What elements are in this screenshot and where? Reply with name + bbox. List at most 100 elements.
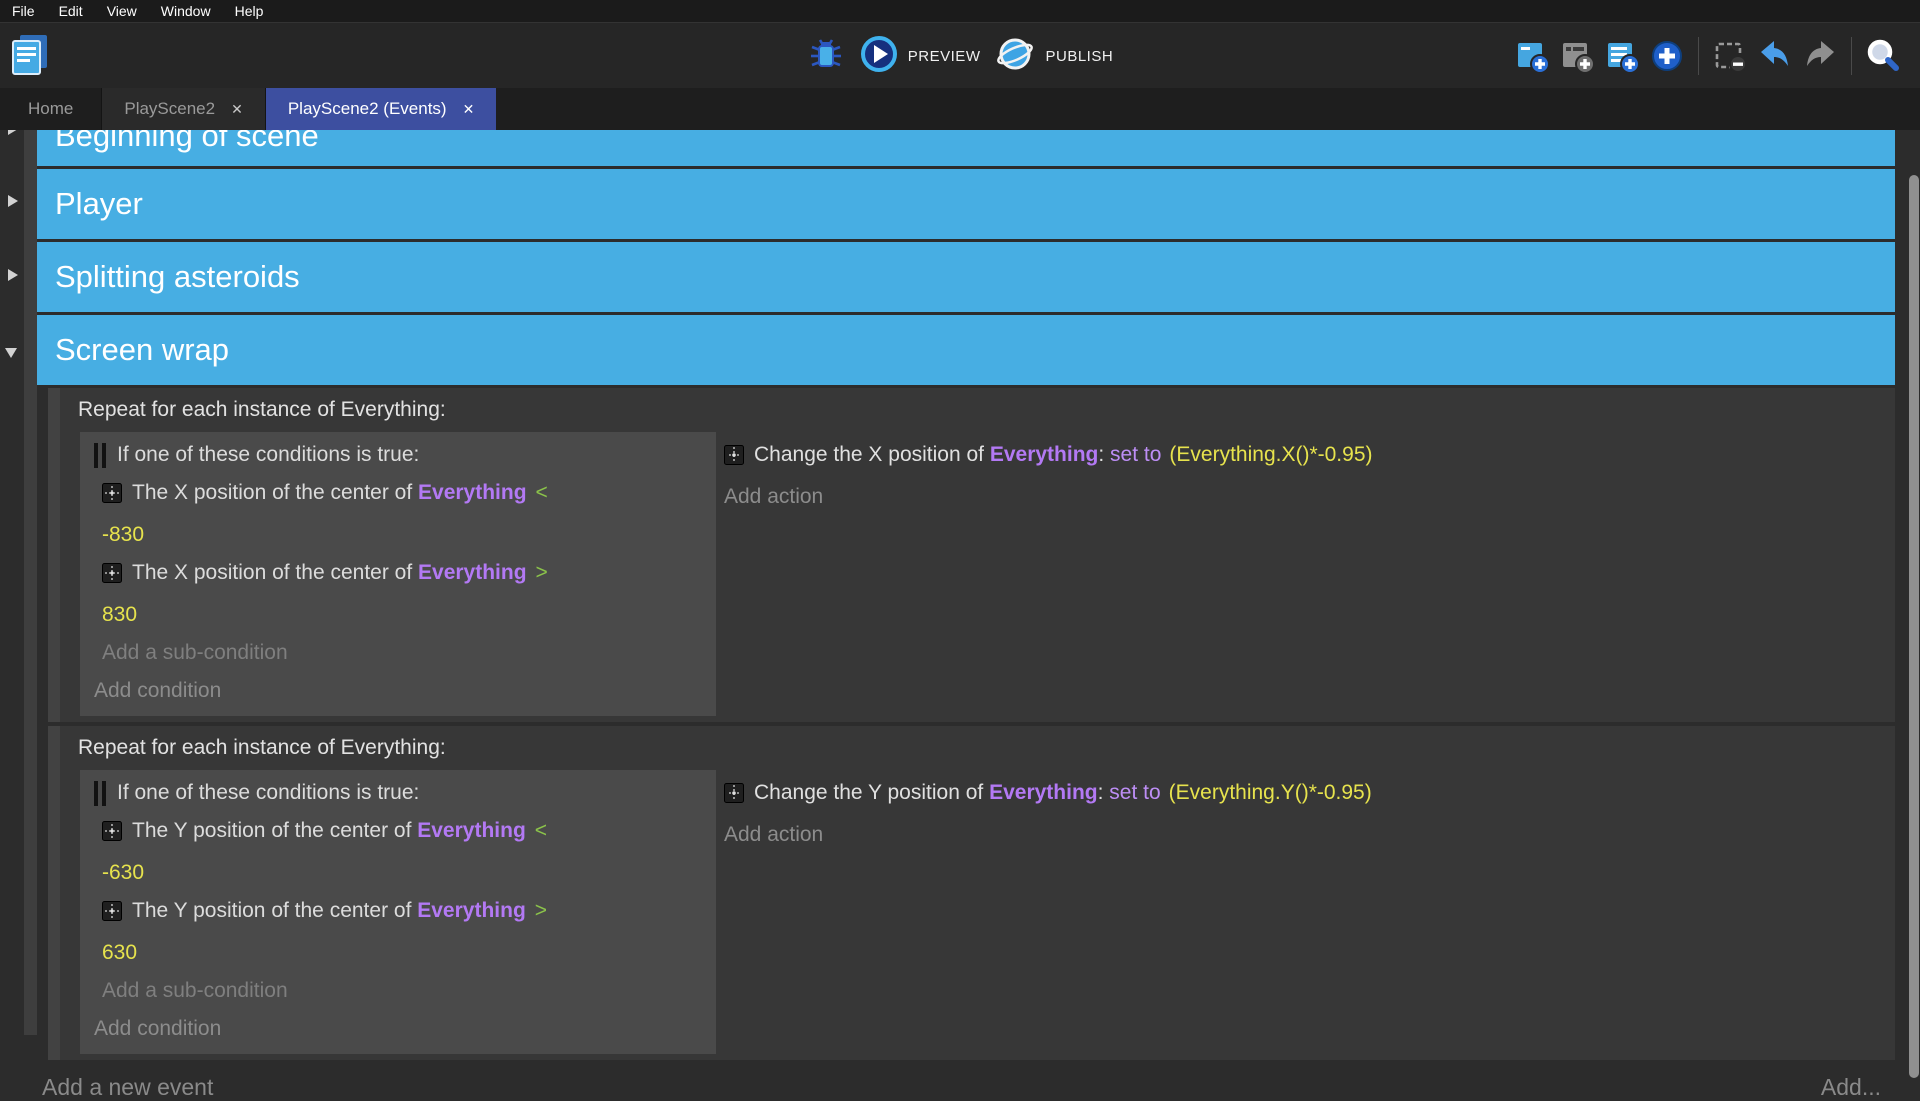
x-position-icon xyxy=(102,478,122,516)
condition-row[interactable]: The Y position of the center of Everythi… xyxy=(94,812,708,892)
condition-value: -630 xyxy=(102,854,708,892)
screen-wrap-children: Repeat for each instance of Everything: … xyxy=(48,388,1895,1060)
repeat-label[interactable]: Repeat for each instance of Everything: xyxy=(60,388,1895,427)
add-sub-condition-link[interactable]: Add a sub-condition xyxy=(94,972,708,1010)
object-name: Everything xyxy=(989,781,1098,804)
or-label: If one of these conditions is true: xyxy=(117,774,419,812)
object-name: Everything xyxy=(417,899,526,922)
tab-playscene2[interactable]: PlayScene2 ✕ xyxy=(101,88,265,130)
expand-arrow-screenwrap[interactable] xyxy=(5,348,17,358)
debugger-icon[interactable] xyxy=(807,37,845,75)
preview-label: PREVIEW xyxy=(908,48,981,65)
add-condition-link[interactable]: Add condition xyxy=(94,672,708,710)
collapse-arrow-beginning[interactable] xyxy=(8,130,18,135)
remove-selection-icon[interactable] xyxy=(1711,37,1749,75)
left-rail xyxy=(24,130,37,1035)
object-name: Everything xyxy=(418,481,527,504)
menu-help[interactable]: Help xyxy=(223,0,276,22)
tab-bar: Home PlayScene2 ✕ PlayScene2 (Events) ✕ xyxy=(0,88,1920,130)
group-header-beginning-of-scene[interactable]: Beginning of scene xyxy=(37,130,1895,166)
close-icon[interactable]: ✕ xyxy=(463,101,475,118)
publish-globe-icon xyxy=(994,33,1036,79)
menu-bar: File Edit View Window Help xyxy=(0,0,1920,22)
menu-window[interactable]: Window xyxy=(149,0,223,22)
collapse-arrow-rail xyxy=(0,130,24,1080)
action-expression: (Everything.Y()*-0.95) xyxy=(1169,781,1372,804)
event-repeat-x[interactable]: Repeat for each instance of Everything: … xyxy=(48,388,1895,722)
redo-icon[interactable] xyxy=(1801,37,1839,75)
add-new-event-link[interactable]: Add a new event xyxy=(42,1074,213,1101)
y-position-icon xyxy=(102,896,122,934)
menu-file[interactable]: File xyxy=(0,0,47,22)
tab-label: Home xyxy=(28,99,73,119)
add-sub-condition-link[interactable]: Add a sub-condition xyxy=(94,634,708,672)
menu-edit[interactable]: Edit xyxy=(47,0,95,22)
group-header-screen-wrap[interactable]: Screen wrap xyxy=(37,315,1895,385)
actions-column: Change the X position of Everything: set… xyxy=(716,427,1895,516)
object-name: Everything xyxy=(990,443,1099,466)
object-name: Everything xyxy=(417,819,526,842)
action-separator: : xyxy=(1098,781,1110,804)
tab-label: PlayScene2 (Events) xyxy=(288,99,447,119)
condition-text: The Y position of the center of xyxy=(132,819,417,842)
action-operator: set to xyxy=(1109,781,1160,804)
repeat-label[interactable]: Repeat for each instance of Everything: xyxy=(60,726,1895,765)
condition-text: The X position of the center of xyxy=(132,561,418,584)
toolbar-separator xyxy=(1698,37,1699,75)
undo-icon[interactable] xyxy=(1756,37,1794,75)
events-footer: Add a new event Add... xyxy=(37,1074,1895,1101)
vertical-scrollbar[interactable] xyxy=(1909,175,1919,1078)
action-row[interactable]: Change the Y position of Everything: set… xyxy=(724,774,1895,816)
condition-row[interactable]: The X position of the center of Everythi… xyxy=(94,554,708,634)
operator: < xyxy=(535,819,547,842)
condition-row[interactable]: The Y position of the center of Everythi… xyxy=(94,892,708,972)
condition-row[interactable]: The X position of the center of Everythi… xyxy=(94,474,708,554)
operator: > xyxy=(536,561,548,584)
actions-column: Change the Y position of Everything: set… xyxy=(716,765,1895,854)
publish-label: PUBLISH xyxy=(1045,48,1113,65)
menu-view[interactable]: View xyxy=(95,0,149,22)
tab-playscene2-events[interactable]: PlayScene2 (Events) ✕ xyxy=(266,88,496,130)
add-action-link[interactable]: Add action xyxy=(724,816,1895,854)
tab-label: PlayScene2 xyxy=(124,99,215,119)
action-operator: set to xyxy=(1110,443,1161,466)
add-circle-icon[interactable] xyxy=(1648,37,1686,75)
publish-button[interactable]: PUBLISH xyxy=(994,33,1113,79)
toolbar-separator xyxy=(1851,37,1852,75)
action-text: Change the X position of xyxy=(754,443,990,466)
group-title: Beginning of scene xyxy=(55,130,1895,166)
events-sheet: Beginning of scene Player Splitting aste… xyxy=(0,130,1920,1080)
add-subevent-icon[interactable] xyxy=(1603,37,1641,75)
preview-button[interactable]: PREVIEW xyxy=(859,34,981,78)
condition-value: 630 xyxy=(102,934,708,972)
conditions-panel: If one of these conditions is true: xyxy=(80,770,716,1054)
add-event-icon[interactable] xyxy=(1513,37,1551,75)
or-label: If one of these conditions is true: xyxy=(117,436,419,474)
group-title: Player xyxy=(55,186,143,221)
action-row[interactable]: Change the X position of Everything: set… xyxy=(724,436,1895,478)
add-condition-link[interactable]: Add condition xyxy=(94,1010,708,1048)
search-icon[interactable] xyxy=(1864,37,1902,75)
operator: < xyxy=(536,481,548,504)
or-condition-row[interactable]: If one of these conditions is true: xyxy=(94,436,708,474)
condition-text: The X position of the center of xyxy=(132,481,418,504)
or-icon xyxy=(94,443,106,468)
group-header-player[interactable]: Player xyxy=(37,169,1895,239)
collapse-arrow-player[interactable] xyxy=(8,195,18,207)
add-action-link[interactable]: Add action xyxy=(724,478,1895,516)
tab-home[interactable]: Home xyxy=(0,88,101,130)
add-comment-icon[interactable] xyxy=(1558,37,1596,75)
condition-value: -830 xyxy=(102,516,708,554)
action-text: Change the Y position of xyxy=(754,781,989,804)
main-toolbar: PREVIEW PUBLISH xyxy=(0,22,1920,88)
preview-play-icon xyxy=(859,34,899,78)
group-header-splitting-asteroids[interactable]: Splitting asteroids xyxy=(37,242,1895,312)
y-position-icon xyxy=(102,816,122,854)
collapse-arrow-splitting[interactable] xyxy=(8,269,18,281)
events-content: Beginning of scene Player Splitting aste… xyxy=(37,130,1895,1101)
event-repeat-y[interactable]: Repeat for each instance of Everything: … xyxy=(48,726,1895,1060)
add-more-link[interactable]: Add... xyxy=(1821,1074,1881,1101)
close-icon[interactable]: ✕ xyxy=(231,101,243,118)
or-condition-row[interactable]: If one of these conditions is true: xyxy=(94,774,708,812)
operator: > xyxy=(535,899,547,922)
